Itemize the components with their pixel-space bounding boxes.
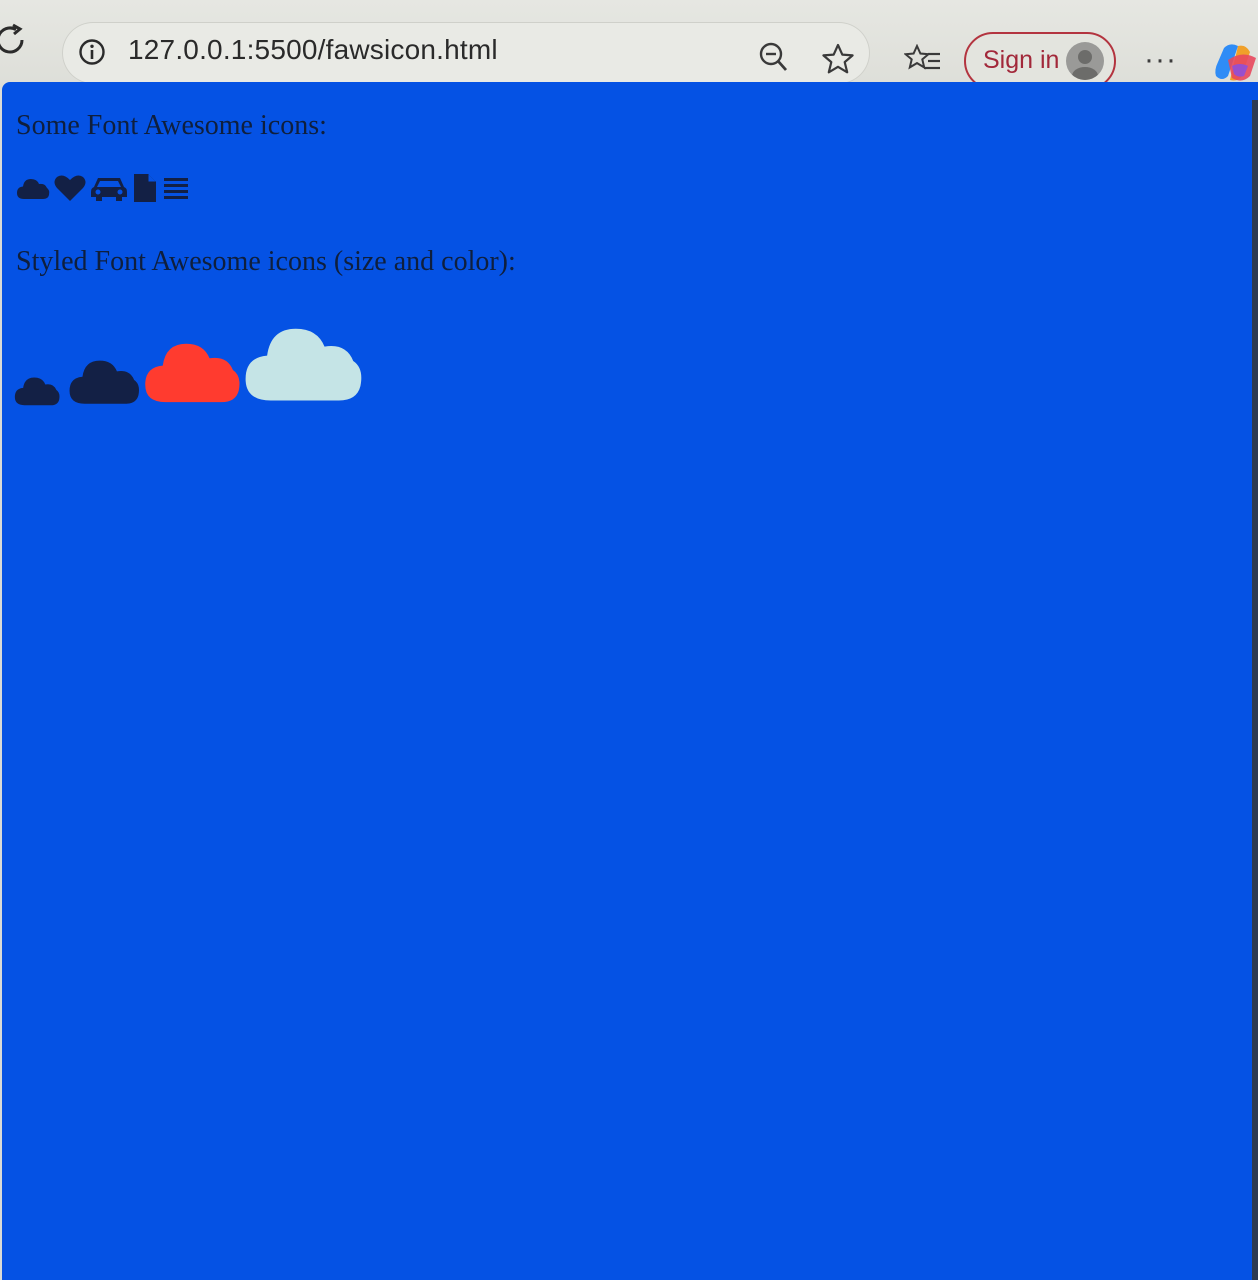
cloud-icon <box>14 377 60 406</box>
reload-icon[interactable] <box>0 22 28 58</box>
person-icon <box>1072 50 1098 80</box>
page-content: Some Font Awesome icons: Styled Font Awe… <box>14 110 516 408</box>
sign-in-label: Sign in <box>983 46 1060 74</box>
styled-clouds-row <box>12 312 516 408</box>
basic-icons-row <box>16 172 516 204</box>
heading-styled-icons: Styled Font Awesome icons (size and colo… <box>16 246 516 277</box>
bars-icon <box>164 178 188 199</box>
heading-some-icons: Some Font Awesome icons: <box>16 110 327 141</box>
cloud-icon <box>17 179 50 199</box>
window-edge <box>1252 100 1258 1280</box>
file-icon <box>134 174 156 202</box>
more-icon[interactable]: ··· <box>1144 45 1177 75</box>
car-icon <box>91 178 127 201</box>
url-text[interactable]: 127.0.0.1:5500/fawsicon.html <box>128 34 498 66</box>
zoom-out-icon[interactable] <box>756 40 790 74</box>
cloud-icon <box>245 328 362 401</box>
address-bar[interactable]: 127.0.0.1:5500/fawsicon.html <box>62 22 870 84</box>
info-icon[interactable] <box>78 38 106 66</box>
cloud-icon <box>69 360 139 404</box>
page-viewport: Some Font Awesome icons: Styled Font Awe… <box>2 82 1258 1280</box>
heart-icon <box>54 175 86 201</box>
favorite-star-icon[interactable] <box>820 42 856 76</box>
avatar[interactable] <box>1066 42 1104 80</box>
favorites-list-icon[interactable] <box>904 44 942 76</box>
copilot-icon[interactable] <box>1212 40 1258 86</box>
cloud-icon <box>145 343 240 403</box>
